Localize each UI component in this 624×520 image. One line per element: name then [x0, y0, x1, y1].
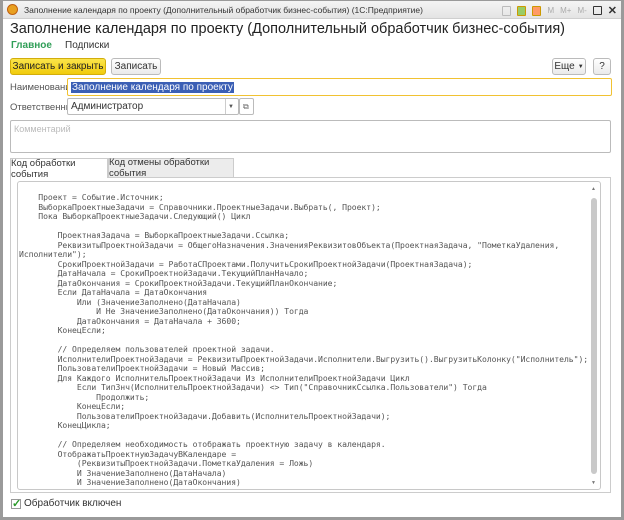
calculator-icon[interactable]	[517, 5, 527, 16]
memory-button[interactable]: M	[547, 6, 554, 15]
chevron-down-icon: ▼	[577, 63, 584, 70]
maximize-icon[interactable]	[592, 6, 602, 15]
code-editor[interactable]: Проект = Событие.Источник; ВыборкаПроект…	[17, 181, 601, 490]
close-icon[interactable]: ✕	[608, 4, 617, 17]
nav-main[interactable]: Главное	[11, 40, 52, 51]
responsible-input[interactable]: Администратор ▼	[67, 98, 239, 115]
scroll-down-icon[interactable]: ▼	[591, 480, 596, 486]
tab-cancel-code[interactable]: Код отмены обработки события	[108, 157, 234, 179]
scrollbar[interactable]: ▲ ▼	[590, 186, 598, 486]
handler-enabled-checkbox[interactable]: ✓ Обработчик включен	[11, 498, 121, 509]
comment-input[interactable]: Комментарий	[10, 120, 611, 153]
help-button[interactable]: ?	[593, 58, 611, 75]
window-title: Заполнение календаря по проекту (Дополни…	[24, 4, 423, 15]
scroll-up-icon[interactable]: ▲	[591, 186, 596, 192]
memory-plus-button[interactable]: M+	[560, 6, 571, 15]
calendar-icon[interactable]	[532, 5, 542, 16]
dropdown-icon[interactable]: ▼	[228, 104, 234, 110]
memory-minus-button[interactable]: M-	[577, 6, 586, 15]
tab-event-code[interactable]: Код обработки события	[10, 158, 108, 180]
name-input[interactable]: Заполнение календаря по проекту	[67, 78, 612, 96]
open-icon[interactable]: ⧉	[239, 98, 254, 115]
1c-logo-icon	[7, 4, 18, 15]
checkmark-icon[interactable]: ✓	[11, 498, 21, 509]
save-button[interactable]: Записать	[111, 58, 161, 75]
nav-subscriptions[interactable]: Подписки	[65, 40, 109, 51]
code-text[interactable]: Проект = Событие.Источник; ВыборкаПроект…	[19, 192, 588, 488]
more-button[interactable]: Еще ▼	[552, 58, 586, 75]
title-bar: Заполнение календаря по проекту (Дополни…	[3, 1, 621, 19]
home-icon[interactable]	[502, 5, 512, 16]
page-title: Заполнение календаря по проекту (Дополни…	[10, 21, 566, 37]
scroll-thumb[interactable]	[591, 198, 597, 474]
save-and-close-button[interactable]: Записать и закрыть	[10, 58, 106, 75]
